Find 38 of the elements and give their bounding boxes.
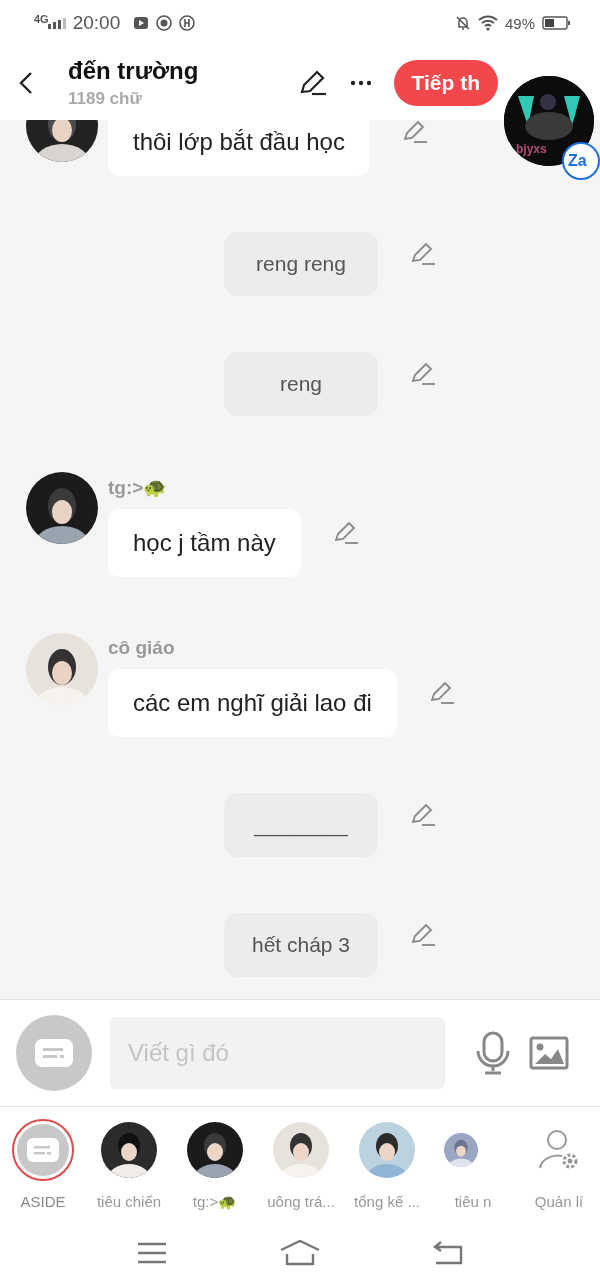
signal-icon [47, 17, 66, 29]
message-bubble[interactable]: thôi lớp bắt đầu học [108, 120, 370, 176]
word-count: 1189 chữ [68, 89, 143, 109]
narration-bubble[interactable]: reng [224, 352, 378, 416]
character-tab[interactable]: tiêu chiến [86, 1119, 172, 1219]
character-name: tg:>🐢 [108, 476, 169, 499]
more-icon[interactable] [349, 80, 372, 86]
story-title: đến trường [68, 57, 200, 85]
network-label: 4G [34, 13, 49, 25]
character-tab[interactable]: tiêu n [430, 1119, 516, 1219]
battery-icon [542, 16, 570, 30]
bubble-label: bjyxs [516, 142, 547, 156]
narration-bubble[interactable]: reng reng [224, 232, 378, 296]
back-icon[interactable] [18, 71, 34, 95]
compass-icon [156, 15, 173, 31]
note-icon [27, 1138, 59, 1162]
narration-bubble[interactable]: ________ [224, 793, 378, 857]
wifi-icon [477, 15, 498, 31]
home-icon[interactable] [280, 1240, 320, 1266]
character-tab[interactable]: ASIDE [0, 1119, 86, 1219]
menu-icon[interactable] [136, 1242, 167, 1264]
narration-bubble[interactable]: hết cháp 3 [224, 913, 378, 977]
bell-off-icon [454, 15, 471, 31]
character-tab[interactable]: Quản lí [516, 1119, 600, 1219]
message-bubble[interactable]: học j tầm này [108, 509, 301, 577]
note-icon [35, 1039, 73, 1067]
clock-time: 20:00 [72, 12, 121, 34]
next-button[interactable]: Tiếp th [393, 60, 498, 106]
character-tab[interactable]: tg:>🐢 [172, 1119, 258, 1219]
character-name: cô giáo [108, 637, 176, 659]
circle-icon [179, 15, 196, 31]
character-tab[interactable]: tổng kế ... [344, 1119, 430, 1219]
microphone-icon[interactable] [475, 1031, 511, 1075]
character-tab[interactable]: uông trá... [258, 1119, 344, 1219]
play-icon [133, 15, 150, 31]
image-icon[interactable] [529, 1036, 569, 1070]
battery-percent: 49% [504, 14, 535, 32]
message-bubble[interactable]: các em nghĩ giải lao đi [108, 669, 397, 737]
